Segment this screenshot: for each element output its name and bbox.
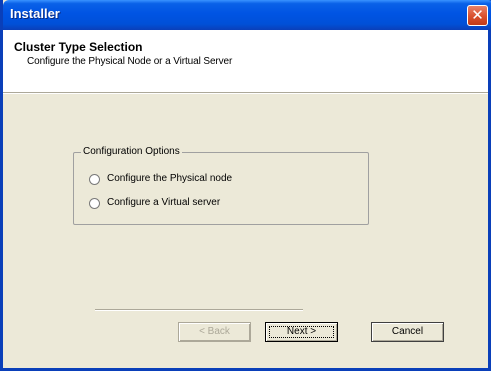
- header-panel: Cluster Type Selection Configure the Phy…: [3, 30, 488, 93]
- window-title: Installer: [10, 6, 60, 21]
- next-button[interactable]: Next >: [265, 322, 338, 342]
- cancel-button-label: Cancel: [391, 326, 424, 337]
- page-title: Cluster Type Selection: [14, 40, 143, 54]
- radio-label-virtual-server[interactable]: Configure a Virtual server: [107, 197, 220, 208]
- configuration-options-group: Configuration Options Configure the Phys…: [73, 146, 369, 225]
- group-label: Configuration Options: [81, 146, 182, 157]
- next-button-label: Next >: [286, 326, 317, 337]
- title-bar[interactable]: Installer ✕: [3, 0, 491, 30]
- back-button-label: < Back: [199, 326, 230, 337]
- back-button[interactable]: < Back: [178, 322, 251, 342]
- radio-label-physical-node[interactable]: Configure the Physical node: [107, 173, 232, 184]
- close-button[interactable]: ✕: [467, 5, 488, 26]
- radio-button-icon[interactable]: [89, 174, 100, 185]
- radio-button-icon[interactable]: [89, 198, 100, 209]
- page-subtitle: Configure the Physical Node or a Virtual…: [27, 56, 233, 67]
- cancel-button[interactable]: Cancel: [371, 322, 444, 342]
- footer-divider: [95, 309, 303, 311]
- close-icon: ✕: [471, 6, 484, 24]
- installer-window: Installer ✕ Cluster Type Selection Confi…: [0, 0, 491, 371]
